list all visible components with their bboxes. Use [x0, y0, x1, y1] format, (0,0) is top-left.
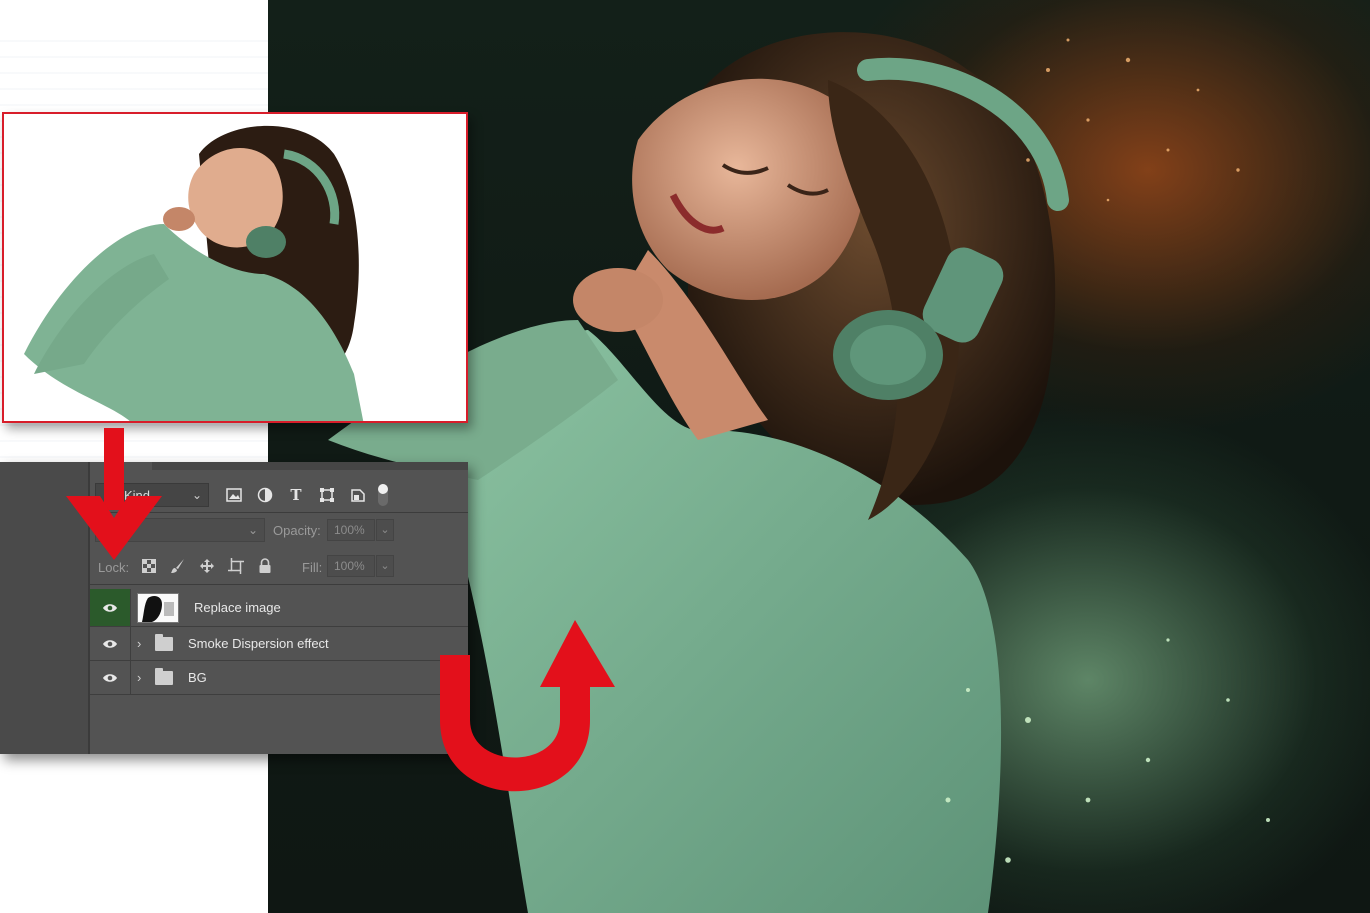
- eye-icon: [103, 673, 117, 682]
- adjustment-filter-icon[interactable]: [254, 484, 276, 506]
- opacity-dropdown-arrow[interactable]: ⌄: [376, 519, 394, 541]
- shape-filter-icon[interactable]: [316, 484, 338, 506]
- filter-kind-select[interactable]: Kind ⌄: [95, 483, 209, 507]
- layer-row-smoke-dispersion[interactable]: › Smoke Dispersion effect: [90, 627, 468, 661]
- blend-mode-select[interactable]: ⌄: [95, 518, 265, 542]
- panel-left-strip: [0, 462, 90, 754]
- layer-name: Smoke Dispersion effect: [188, 636, 329, 651]
- lock-all-icon[interactable]: [255, 556, 275, 576]
- fill-label: Fill:: [302, 560, 323, 575]
- layer-row-replace-image[interactable]: Replace image: [90, 589, 468, 627]
- image-filter-icon[interactable]: [223, 484, 245, 506]
- lock-fill-row: Lock: Fill: 100% ⌄: [95, 554, 467, 580]
- panel-tab-bar: [152, 462, 468, 470]
- cutout-photo-art: [24, 125, 364, 421]
- lock-position-icon[interactable]: [197, 556, 217, 576]
- visibility-toggle[interactable]: [90, 627, 131, 660]
- blend-opacity-row: ⌄ Opacity: 100% ⌄: [95, 518, 467, 544]
- fill-dropdown-arrow[interactable]: ⌄: [376, 555, 394, 577]
- filter-toggle[interactable]: [378, 484, 388, 506]
- replace-image-preview: [2, 112, 468, 423]
- layer-name: Replace image: [194, 600, 281, 615]
- lock-pixels-icon[interactable]: [168, 556, 188, 576]
- layers-panel: Kind ⌄ T ⌄ Opacity: 100% ⌄ Lock: Fill: 1…: [0, 462, 468, 754]
- lock-artboard-icon[interactable]: [226, 556, 246, 576]
- layer-name: BG: [188, 670, 207, 685]
- opacity-label: Opacity:: [273, 523, 321, 538]
- lock-icons: [139, 556, 275, 576]
- divider: [90, 512, 468, 513]
- chevron-right-icon[interactable]: ›: [137, 636, 149, 651]
- lock-transparent-icon[interactable]: [139, 556, 159, 576]
- filter-icons: T: [223, 484, 388, 506]
- opacity-input[interactable]: 100%: [327, 519, 375, 541]
- layer-thumbnail: [137, 592, 179, 623]
- filter-kind-label: Kind: [124, 487, 151, 503]
- chevron-down-icon: ⌄: [191, 488, 202, 502]
- folder-icon: [155, 667, 173, 685]
- fill-input[interactable]: 100%: [327, 555, 375, 577]
- divider: [90, 584, 468, 585]
- eye-icon: [103, 603, 117, 612]
- chevron-down-icon: ⌄: [247, 523, 258, 537]
- layer-filter-row: Kind ⌄ T: [95, 482, 388, 508]
- lock-label: Lock:: [98, 560, 130, 575]
- chevron-right-icon[interactable]: ›: [137, 670, 149, 685]
- eye-icon: [103, 639, 117, 648]
- smart-object-filter-icon[interactable]: [347, 484, 369, 506]
- type-filter-icon[interactable]: T: [285, 484, 307, 506]
- folder-icon: [155, 633, 173, 651]
- visibility-toggle[interactable]: [90, 589, 131, 626]
- visibility-toggle[interactable]: [90, 661, 131, 694]
- layer-row-bg[interactable]: › BG: [90, 661, 468, 695]
